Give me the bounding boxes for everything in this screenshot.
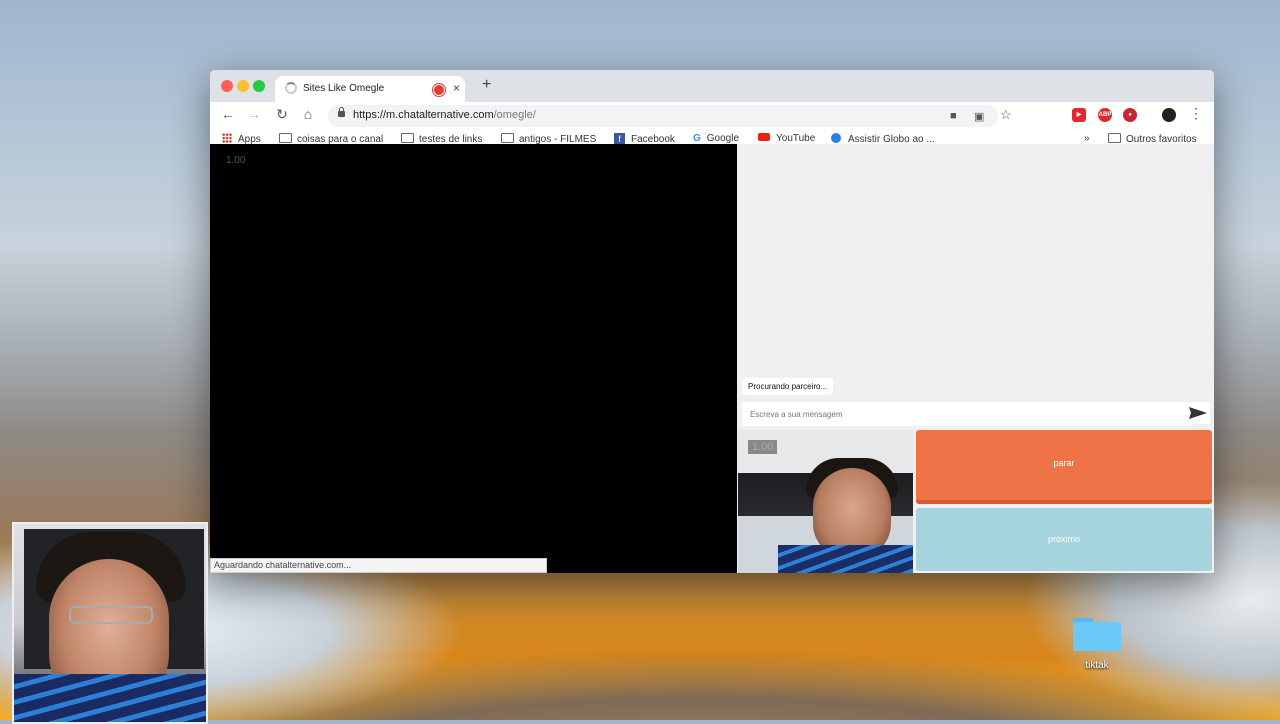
apps-icon [222, 133, 232, 143]
folder-icon [1108, 133, 1121, 143]
partner-video-scale: 1.00 [226, 155, 246, 166]
tab-bar: Sites Like Omegle × + [210, 70, 1214, 102]
stop-button[interactable]: parar [916, 430, 1212, 504]
tab-active[interactable]: Sites Like Omegle × [275, 76, 465, 102]
address-bar[interactable]: https://m.chatalternative.com/omegle/ ■ … [328, 105, 1012, 127]
reload-button[interactable]: ↻ [272, 106, 292, 123]
bookmarks-overflow[interactable]: » [1084, 133, 1090, 144]
status-bar: Aguardando chatalternative.com... [210, 558, 547, 573]
recording-icon [433, 84, 445, 96]
send-icon [1189, 407, 1207, 419]
browser-window: Sites Like Omegle × + ← → ↻ ⌂ https://m.… [210, 70, 1214, 573]
back-button[interactable]: ← [218, 106, 238, 122]
toolbar: ← → ↻ ⌂ https://m.chatalternative.com/om… [210, 102, 1214, 130]
translate-icon[interactable]: ▣ [974, 110, 984, 123]
bookmark-youtube[interactable]: YouTube [758, 133, 815, 144]
home-button[interactable]: ⌂ [298, 106, 318, 122]
lock-icon [338, 107, 345, 117]
self-video-scale: 1.00 [748, 440, 778, 454]
next-button[interactable]: próximo [916, 508, 1212, 571]
tab-close-button[interactable]: × [453, 81, 460, 95]
desktop-folder-label[interactable]: tiktak [1060, 660, 1134, 671]
message-input[interactable] [742, 402, 1192, 426]
loading-spinner-icon [285, 82, 297, 94]
zoom-window-button[interactable] [253, 80, 265, 92]
new-tab-button[interactable]: + [482, 76, 491, 94]
searching-status: Procurando parceiro... [742, 378, 834, 395]
record-extension-icon[interactable]: ● [1123, 108, 1137, 122]
desktop-folder-icon[interactable] [1073, 618, 1121, 651]
menu-icon[interactable]: ⋮ [1186, 105, 1206, 122]
tab-title: Sites Like Omegle [303, 83, 385, 94]
minimize-window-button[interactable] [237, 80, 249, 92]
forward-button[interactable]: → [244, 106, 264, 122]
folder-icon [279, 133, 292, 143]
self-video: 1.00 [738, 430, 913, 573]
profile-avatar[interactable] [1162, 108, 1176, 122]
facebook-icon: f [614, 133, 625, 144]
send-button[interactable] [1184, 402, 1210, 424]
bookmark-google[interactable]: G Google [693, 133, 739, 144]
youtube-icon [758, 133, 770, 141]
google-icon: G [693, 133, 701, 144]
url-text: https://m.chatalternative.com/omegle/ [353, 109, 536, 121]
partner-video: 1.00 Aguardando chatalternative.com... [210, 144, 737, 573]
youtube-extension-icon[interactable]: ▶ [1072, 108, 1086, 122]
close-window-button[interactable] [221, 80, 233, 92]
globo-icon [831, 133, 841, 143]
page-content: 1.00 Aguardando chatalternative.com... P… [210, 144, 1214, 573]
adblock-extension-icon[interactable]: ABP [1098, 108, 1112, 122]
camera-icon[interactable]: ■ [950, 110, 957, 122]
webcam-overlay [12, 522, 208, 724]
folder-icon [401, 133, 414, 143]
folder-icon [501, 133, 514, 143]
star-icon[interactable]: ☆ [1000, 107, 1012, 123]
